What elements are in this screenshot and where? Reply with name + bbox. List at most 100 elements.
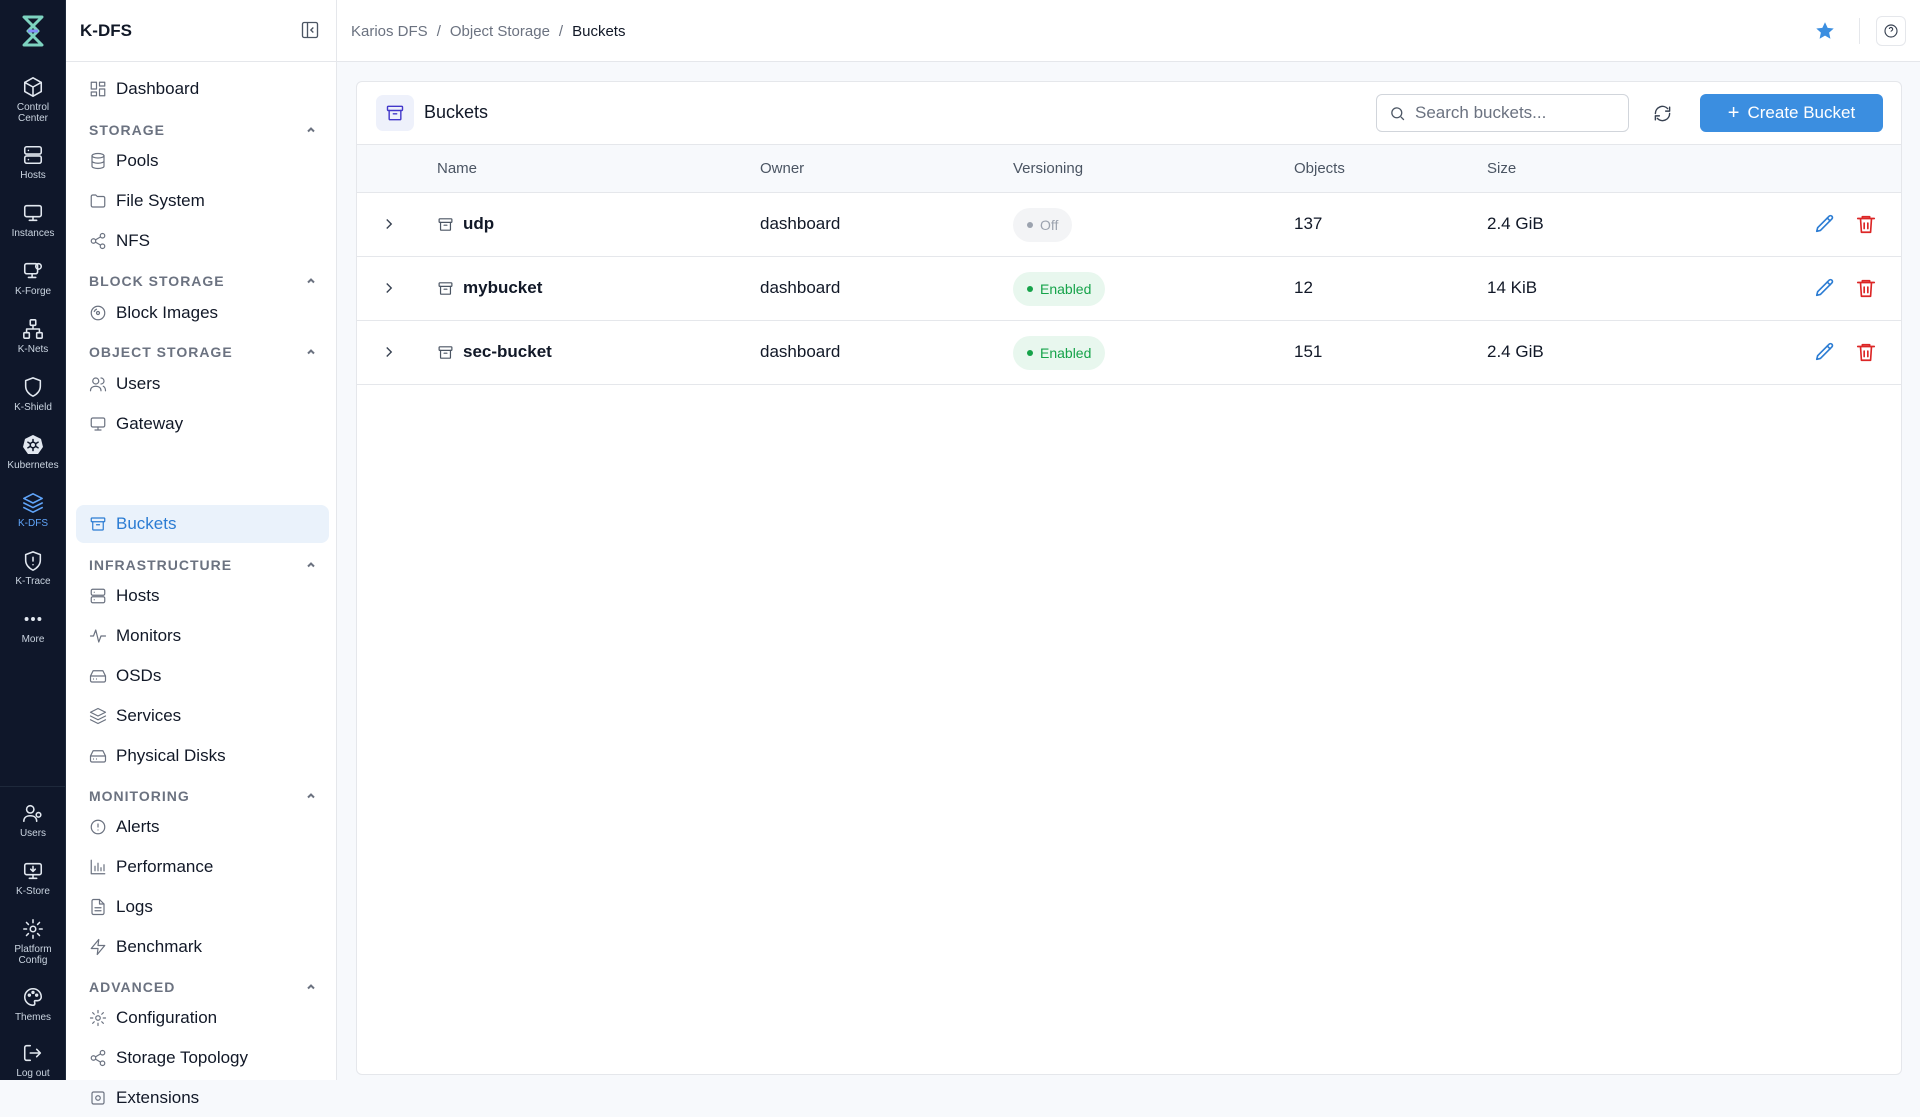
sidebar-item-users[interactable]: Users [76, 365, 329, 403]
sidebar-item-performance[interactable]: Performance [76, 848, 329, 886]
gear-icon [89, 1009, 116, 1027]
rail-item-k-forge[interactable]: K-Forge [0, 254, 66, 310]
versioning-label: Off [1040, 217, 1059, 233]
search-input[interactable] [1415, 103, 1628, 123]
users-icon [89, 375, 116, 393]
section-infrastructure[interactable]: INFRASTRUCTURE [76, 554, 329, 576]
rail-item-hosts[interactable]: Hosts [0, 138, 66, 194]
bucket-name[interactable]: sec-bucket [463, 342, 552, 362]
expand-chevron-icon[interactable] [380, 343, 400, 363]
sidebar-item-gateway[interactable]: Gateway [76, 405, 329, 443]
sidebar-item-logs[interactable]: Logs [76, 888, 329, 926]
rail-item-log-out[interactable]: Log out [0, 1036, 66, 1092]
sidebar-item-nfs[interactable]: NFS [76, 222, 329, 260]
sidebar-item-label: Users [116, 374, 161, 393]
sidebar-item-osds[interactable]: OSDs [76, 657, 329, 695]
rail-item-control-center[interactable]: Control Center [0, 70, 66, 126]
app-rail: Control Center Hosts Instances K-Forge K… [0, 0, 66, 1080]
section-monitoring[interactable]: MONITORING [76, 785, 329, 807]
table-row[interactable]: udp dashboard Off 137 2.4 GiB [357, 193, 1901, 257]
gear-icon [22, 918, 44, 940]
expand-chevron-icon[interactable] [380, 215, 400, 235]
sidebar-item-configuration[interactable]: Configuration [76, 999, 329, 1037]
rail-item-k-nets[interactable]: K-Nets [0, 312, 66, 368]
bucket-size: 2.4 GiB [1487, 214, 1544, 233]
sidebar-item-block-images[interactable]: Block Images [76, 294, 329, 332]
column-header-owner[interactable]: Owner [760, 160, 804, 177]
sidebar-item-label: OSDs [116, 666, 162, 685]
rail-item-kubernetes[interactable]: Kubernetes [0, 428, 66, 484]
sidebar-item-storage-topology[interactable]: Storage Topology [76, 1039, 329, 1077]
rail-item-k-trace[interactable]: K-Trace [0, 544, 66, 600]
edit-pencil-icon[interactable] [1814, 213, 1838, 237]
rail-label: K-Nets [17, 344, 49, 355]
rail-item-more[interactable]: More [0, 602, 66, 658]
sidebar-item-label: Block Images [116, 303, 219, 322]
sidebar-item-label: NFS [116, 231, 150, 250]
sidebar-item-services[interactable]: Services [76, 697, 329, 735]
column-header-name[interactable]: Name [437, 160, 477, 177]
rail-item-k-shield[interactable]: K-Shield [0, 370, 66, 426]
chevron-up-icon [305, 346, 317, 358]
edit-pencil-icon[interactable] [1814, 341, 1838, 365]
help-icon[interactable] [1876, 16, 1906, 46]
app-logo-icon[interactable] [18, 14, 48, 48]
sidebar-item-label: Performance [116, 857, 214, 876]
sidebar-item-benchmark[interactable]: Benchmark [76, 928, 329, 966]
table-row[interactable]: sec-bucket dashboard Enabled 151 2.4 GiB [357, 321, 1901, 385]
sidebar-item-file-system[interactable]: File System [76, 182, 329, 220]
status-dot [1027, 350, 1033, 356]
rail-label: Log out [16, 1068, 50, 1079]
server-icon [89, 587, 116, 605]
section-advanced[interactable]: ADVANCED [76, 976, 329, 998]
sidebar-item-physical-disks[interactable]: Physical Disks [76, 737, 329, 775]
monitor-icon [22, 202, 44, 224]
rail-item-instances[interactable]: Instances [0, 196, 66, 252]
sidebar-item-extensions[interactable]: Extensions [76, 1079, 329, 1117]
delete-trash-icon[interactable] [1855, 341, 1879, 365]
sidebar-item-pools[interactable]: Pools [76, 142, 329, 180]
section-object-storage[interactable]: OBJECT STORAGE [76, 341, 329, 363]
chevron-up-icon [305, 559, 317, 571]
delete-trash-icon[interactable] [1855, 277, 1879, 301]
column-header-objects[interactable]: Objects [1294, 160, 1345, 177]
sidebar-item-dashboard[interactable]: Dashboard [76, 70, 329, 108]
delete-trash-icon[interactable] [1855, 213, 1879, 237]
rail-item-platform-config[interactable]: Platform Config [0, 912, 66, 968]
bucket-name[interactable]: mybucket [463, 278, 542, 298]
star-icon[interactable] [1814, 20, 1836, 42]
archive-icon [376, 95, 414, 131]
shield-icon [22, 376, 44, 398]
topbar-divider [1859, 18, 1860, 44]
bucket-size: 14 KiB [1487, 278, 1538, 297]
create-bucket-button[interactable]: + Create Bucket [1700, 94, 1883, 132]
sidebar-item-alerts[interactable]: Alerts [76, 808, 329, 846]
top-bar: Karios DFS / Object Storage / Buckets [337, 0, 1920, 62]
sidebar-collapse-icon[interactable] [300, 20, 322, 42]
sidebar-item-label: Gateway [116, 414, 184, 433]
breadcrumb-object-storage[interactable]: Object Storage [450, 23, 550, 40]
rail-item-k-store[interactable]: K-Store [0, 854, 66, 910]
sidebar-item-hosts[interactable]: Hosts [76, 577, 329, 615]
rail-item-k-dfs[interactable]: K-DFS [0, 486, 66, 542]
bucket-objects: 151 [1294, 342, 1323, 361]
column-header-versioning[interactable]: Versioning [1013, 160, 1083, 177]
bucket-name[interactable]: udp [463, 214, 494, 234]
sidebar-item-monitors[interactable]: Monitors [76, 617, 329, 655]
versioning-badge: Enabled [1013, 336, 1106, 370]
status-dot [1027, 222, 1033, 228]
section-block-storage[interactable]: BLOCK STORAGE [76, 270, 329, 292]
rail-item-themes[interactable]: Themes [0, 980, 66, 1036]
rail-label: Themes [14, 1012, 52, 1023]
table-row[interactable]: mybucket dashboard Enabled 12 14 KiB [357, 257, 1901, 321]
breadcrumb-karios-dfs[interactable]: Karios DFS [351, 23, 428, 40]
refresh-icon[interactable] [1649, 100, 1675, 126]
sidebar-item-label: Pools [116, 151, 159, 170]
sidebar-item-buckets[interactable]: Buckets [76, 505, 329, 543]
edit-pencil-icon[interactable] [1814, 277, 1838, 301]
rail-item-users[interactable]: Users [0, 796, 66, 852]
expand-chevron-icon[interactable] [380, 279, 400, 299]
rail-label: Hosts [20, 170, 46, 181]
section-storage[interactable]: STORAGE [76, 119, 329, 141]
column-header-size[interactable]: Size [1487, 160, 1516, 177]
